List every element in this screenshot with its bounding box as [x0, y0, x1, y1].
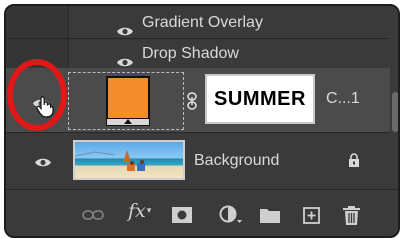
layer-name[interactable]: C...1	[326, 90, 360, 108]
layer-row-background[interactable]: Background	[6, 133, 390, 188]
fx-icon[interactable]: fx ▾	[128, 200, 151, 222]
effect-label: Gradient Overlay	[142, 14, 263, 31]
layer-mask-thumbnail[interactable]: SUMMER	[205, 74, 315, 124]
half-circle-icon[interactable]	[218, 205, 242, 225]
color-fill-swatch[interactable]	[106, 76, 150, 120]
fx-label: fx	[128, 200, 146, 222]
layer-row-color-fill[interactable]: SUMMER C...1	[6, 68, 390, 132]
fill-indicator	[106, 118, 150, 126]
link-icon[interactable]	[82, 205, 104, 225]
scrollbar-thumb[interactable]	[392, 92, 398, 132]
chain-link-icon[interactable]	[186, 92, 198, 115]
trash-icon[interactable]	[343, 205, 360, 225]
mask-icon[interactable]	[172, 205, 192, 225]
layers-toolbar: fx ▾	[6, 189, 398, 236]
eye-icon[interactable]	[34, 155, 52, 173]
layers-panel: Gradient Overlay Drop Shadow SUMMER C...…	[4, 4, 400, 238]
effect-label: Drop Shadow	[142, 45, 239, 62]
eye-icon[interactable]	[116, 18, 134, 48]
background-thumbnail[interactable]	[73, 140, 185, 180]
lock-icon	[348, 153, 360, 173]
layer-name[interactable]: Background	[194, 152, 279, 170]
mask-text: SUMMER	[214, 87, 306, 110]
folder-icon[interactable]	[260, 205, 280, 225]
new-layer-icon[interactable]	[303, 205, 320, 225]
hand-cursor-icon	[36, 96, 54, 123]
